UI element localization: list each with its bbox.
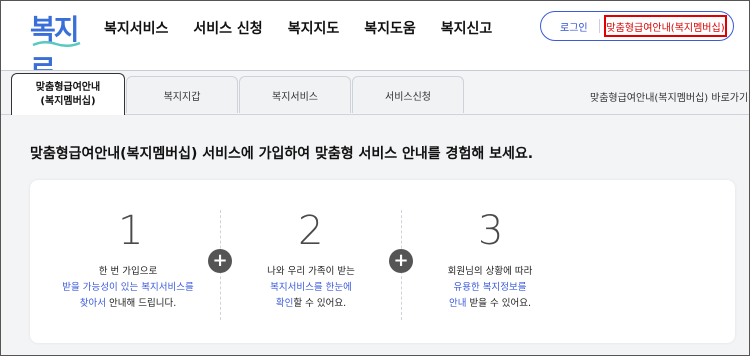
- page-headline: 맞춤형급여안내(복지멤버십) 서비스에 가입하여 맞춤형 서비스 안내를 경험해…: [30, 146, 534, 162]
- step-3-line2: 유용한 복지정보를: [453, 282, 527, 293]
- logo-wave-icon: [32, 41, 81, 47]
- site-logo[interactable]: 복지로: [30, 8, 88, 86]
- login-link[interactable]: 로그인: [560, 19, 588, 34]
- tab-wallet[interactable]: 복지지갑: [126, 76, 238, 113]
- step-3-text: 회원님의 상황에 따라 유용한 복지정보를 안내 받을 수 있어요.: [400, 264, 580, 312]
- membership-link[interactable]: 맞춤형급여안내(복지멤버십): [604, 15, 727, 37]
- tab-membership-line2: (복지멤버십): [40, 95, 96, 107]
- tab-welfare-service[interactable]: 복지서비스: [239, 76, 351, 113]
- step-3-line3: 안내 받을 수 있어요.: [400, 296, 580, 312]
- tab-membership-line1: 맞춤형급여안내: [35, 81, 101, 93]
- nav-welfare-service[interactable]: 복지서비스: [104, 18, 168, 38]
- step-1-line3-hl: 찾아서: [79, 298, 106, 309]
- tab-membership[interactable]: 맞춤형급여안내 (복지멤버십): [11, 73, 125, 115]
- main-nav: 복지서비스 서비스 신청 복지지도 복지도움 복지신고: [104, 18, 492, 38]
- step-1-line3-rest: 안내해 드립니다.: [105, 298, 177, 309]
- nav-service-apply[interactable]: 서비스 신청: [193, 18, 262, 38]
- step-2-line3-hl: 확인: [275, 298, 294, 309]
- steps-card: [30, 180, 735, 343]
- step-2-number: 2: [298, 208, 324, 254]
- step-3-line1: 회원님의 상황에 따라: [447, 266, 533, 277]
- step-2-text: 나와 우리 가족이 받는 복지서비스를 한눈에 확인할 수 있어요.: [221, 264, 401, 312]
- step-3-number: 3: [478, 208, 504, 254]
- step-3-line3-hl: 안내: [448, 298, 467, 309]
- step-2-line1: 나와 우리 가족이 받는: [267, 266, 355, 277]
- step-1-line3: 찾아서 안내해 드립니다.: [38, 296, 218, 312]
- step-1-text: 한 번 가입으로 받을 가능성이 있는 복지서비스를 찾아서 안내해 드립니다.: [38, 264, 218, 312]
- nav-welfare-report[interactable]: 복지신고: [441, 18, 493, 38]
- tab-service-apply[interactable]: 서비스신청: [352, 76, 464, 113]
- util-divider: [599, 19, 600, 33]
- step-2-line3: 확인할 수 있어요.: [221, 296, 401, 312]
- step-1-number: 1: [118, 208, 144, 254]
- membership-shortcut-link[interactable]: 맞춤형급여안내(복지멤버십) 바로가기: [590, 89, 748, 104]
- nav-welfare-help[interactable]: 복지도움: [364, 18, 416, 38]
- step-2-line2: 복지서비스를 한눈에: [270, 282, 352, 293]
- step-1-line1: 한 번 가입으로: [98, 266, 158, 277]
- step-1-line2: 받을 가능성이 있는 복지서비스를: [62, 282, 194, 293]
- step-3-line3-rest: 받을 수 있어요.: [466, 298, 531, 309]
- nav-welfare-map[interactable]: 복지지도: [288, 18, 340, 38]
- step-2-line3-rest: 할 수 있어요.: [293, 298, 347, 309]
